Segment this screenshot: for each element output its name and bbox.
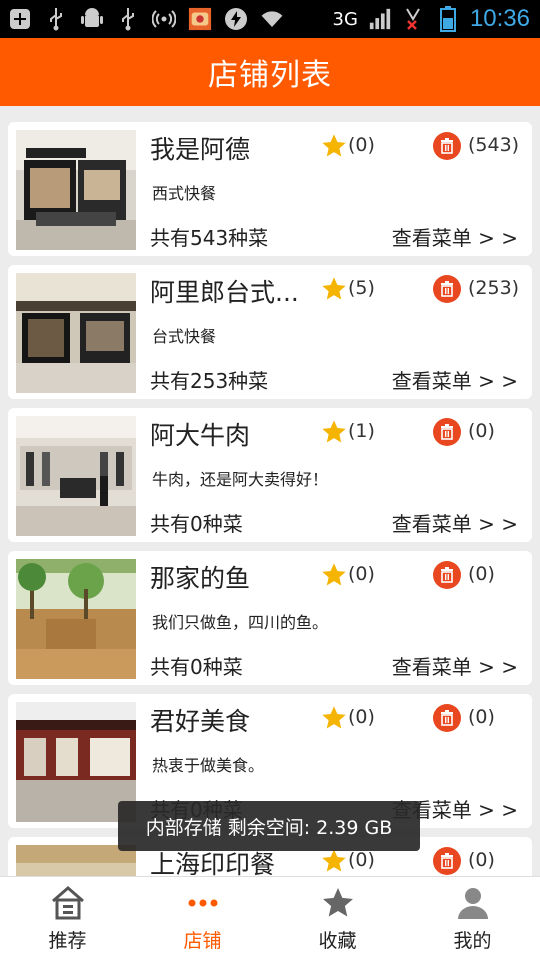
shop-card[interactable]: 阿里郎台式... (5) (253) 台式快餐 共有253种菜 查看菜单 > > (8, 265, 532, 399)
shop-card[interactable]: 我是阿德 (0) (543) 西式快餐 共有543种菜 查看菜单 > > (8, 122, 532, 256)
menu-count: (0) (468, 706, 495, 728)
bottom-nav: 推荐 店铺 收藏 我的 (0, 876, 540, 960)
more-dots-icon (184, 884, 222, 922)
shop-list[interactable]: 我是阿德 (0) (543) 西式快餐 共有543种菜 查看菜单 > > 阿里郎… (0, 106, 540, 876)
menu-count: (543) (468, 134, 520, 156)
star-icon[interactable] (320, 704, 348, 732)
star-icon[interactable] (320, 418, 348, 446)
storage-toast: 内部存储 剩余空间: 2.39 GB (118, 801, 420, 851)
menu-count: (0) (468, 849, 495, 871)
network-type: 3G (332, 8, 358, 30)
shop-card[interactable]: 阿大牛肉 (1) (0) 牛肉，还是阿大卖得好！ 共有0种菜 查看菜单 > > (8, 408, 532, 542)
android-debug-icon (80, 7, 104, 31)
favorite-count: (5) (348, 277, 375, 299)
dish-count: 共有543种菜 (150, 226, 269, 250)
add-icon (8, 7, 32, 31)
shop-description: 我们只做鱼，四川的鱼。 (152, 613, 329, 632)
battery-icon (436, 6, 460, 32)
nav-item-mine[interactable]: 我的 (405, 877, 540, 960)
nav-label: 推荐 (48, 930, 87, 952)
view-menu-link[interactable]: 查看菜单 > > (392, 222, 518, 251)
nav-label: 店铺 (183, 930, 222, 952)
shop-photo (16, 273, 136, 393)
favorite-count: (0) (348, 849, 375, 871)
usb-icon (44, 7, 68, 31)
nav-item-shops[interactable]: 店铺 (135, 877, 270, 960)
star-icon[interactable] (320, 561, 348, 589)
nav-item-favorites[interactable]: 收藏 (270, 877, 405, 960)
lightning-icon (224, 7, 248, 31)
shop-photo (16, 559, 136, 679)
trash-icon[interactable] (433, 847, 461, 875)
star-icon[interactable] (320, 132, 348, 160)
usb-icon (116, 7, 140, 31)
favorite-count: (0) (348, 134, 375, 156)
trash-icon[interactable] (433, 418, 461, 446)
star-icon[interactable] (320, 275, 348, 303)
shop-name: 阿大牛肉 (150, 421, 251, 450)
menu-count: (0) (468, 420, 495, 442)
trash-icon[interactable] (433, 275, 461, 303)
signal-icon (368, 7, 392, 31)
app-notification-icon (188, 7, 212, 31)
shop-name: 我是阿德 (150, 135, 251, 164)
shop-description: 热衷于做美食。 (152, 756, 265, 775)
page-title: 店铺列表 (208, 58, 332, 93)
person-icon (454, 884, 492, 922)
trash-icon[interactable] (433, 132, 461, 160)
trash-icon[interactable] (433, 561, 461, 589)
no-sim-icon (402, 7, 426, 31)
shop-name: 阿里郎台式... (150, 278, 299, 307)
home-icon (49, 884, 87, 922)
shop-description: 台式快餐 (152, 327, 217, 346)
shop-card[interactable]: 那家的鱼 (0) (0) 我们只做鱼，四川的鱼。 共有0种菜 查看菜单 > > (8, 551, 532, 685)
title-bar: 店铺列表 (0, 38, 540, 106)
favorite-count: (0) (348, 563, 375, 585)
trash-icon[interactable] (433, 704, 461, 732)
star-icon[interactable] (320, 847, 348, 875)
view-menu-link[interactable]: 查看菜单 > > (392, 365, 518, 394)
shop-description: 牛肉，还是阿大卖得好！ (152, 470, 329, 489)
dish-count: 共有0种菜 (150, 512, 243, 536)
shop-photo (16, 416, 136, 536)
view-menu-link[interactable]: 查看菜单 > > (392, 651, 518, 680)
shop-description: 西式快餐 (152, 184, 217, 203)
favorite-count: (0) (348, 706, 375, 728)
nav-label: 收藏 (318, 930, 357, 952)
nav-label: 我的 (453, 930, 492, 952)
favorite-count: (1) (348, 420, 375, 442)
status-bar: 3G 10:36 (0, 0, 540, 38)
shop-name: 君好美食 (150, 707, 251, 736)
wireless-icon (152, 7, 176, 31)
dish-count: 共有0种菜 (150, 655, 243, 679)
menu-count: (0) (468, 563, 495, 585)
wifi-icon (260, 7, 284, 31)
shop-name: 那家的鱼 (150, 564, 251, 593)
dish-count: 共有253种菜 (150, 369, 269, 393)
star-icon (319, 884, 357, 922)
shop-photo (16, 130, 136, 250)
menu-count: (253) (468, 277, 520, 299)
nav-item-recommend[interactable]: 推荐 (0, 877, 135, 960)
clock: 10:36 (469, 5, 530, 32)
view-menu-link[interactable]: 查看菜单 > > (392, 508, 518, 537)
